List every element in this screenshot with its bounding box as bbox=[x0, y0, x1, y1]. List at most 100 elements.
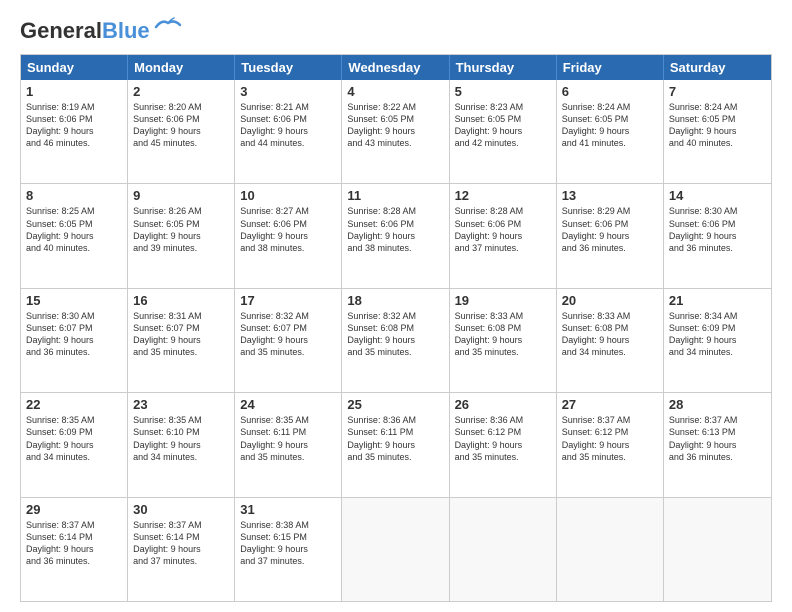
day-number: 3 bbox=[240, 84, 336, 99]
logo: General Blue bbox=[20, 18, 182, 44]
calendar-cell: 3 Sunrise: 8:21 AMSunset: 6:06 PMDaylight… bbox=[235, 80, 342, 183]
calendar-cell: 19Sunrise: 8:33 AMSunset: 6:08 PMDayligh… bbox=[450, 289, 557, 392]
day-info: Sunrise: 8:33 AMSunset: 6:08 PMDaylight:… bbox=[562, 310, 658, 359]
header: General Blue bbox=[20, 18, 772, 44]
day-number: 31 bbox=[240, 502, 336, 517]
day-info: Sunrise: 8:31 AMSunset: 6:07 PMDaylight:… bbox=[133, 310, 229, 359]
day-number: 9 bbox=[133, 188, 229, 203]
day-number: 22 bbox=[26, 397, 122, 412]
day-info: Sunrise: 8:38 AMSunset: 6:15 PMDaylight:… bbox=[240, 519, 336, 568]
weekday-header: Friday bbox=[557, 55, 664, 80]
calendar-cell: 16 Sunrise: 8:31 AMSunset: 6:07 PMDayligh… bbox=[128, 289, 235, 392]
day-number: 15 bbox=[26, 293, 122, 308]
day-info: Sunrise: 8:32 AMSunset: 6:08 PMDaylight:… bbox=[347, 310, 443, 359]
calendar-cell: 26 Sunrise: 8:36 AMSunset: 6:12 PMDayligh… bbox=[450, 393, 557, 496]
day-info: Sunrise: 8:37 AMSunset: 6:13 PMDaylight:… bbox=[669, 414, 766, 463]
day-number: 23 bbox=[133, 397, 229, 412]
day-info: Sunrise: 8:22 AMSunset: 6:05 PMDaylight:… bbox=[347, 101, 443, 150]
day-number: 5 bbox=[455, 84, 551, 99]
day-number: 2 bbox=[133, 84, 229, 99]
day-number: 17 bbox=[240, 293, 336, 308]
calendar-cell bbox=[342, 498, 449, 601]
day-info: Sunrise: 8:29 AMSunset: 6:06 PMDaylight:… bbox=[562, 205, 658, 254]
calendar-cell: 10 Sunrise: 8:27 AMSunset: 6:06 PMDayligh… bbox=[235, 184, 342, 287]
calendar-cell: 20 Sunrise: 8:33 AMSunset: 6:08 PMDayligh… bbox=[557, 289, 664, 392]
day-info: Sunrise: 8:37 AMSunset: 6:12 PMDaylight:… bbox=[562, 414, 658, 463]
calendar-cell: 23 Sunrise: 8:35 AMSunset: 6:10 PMDayligh… bbox=[128, 393, 235, 496]
day-info: Sunrise: 8:36 AMSunset: 6:11 PMDaylight:… bbox=[347, 414, 443, 463]
calendar-header: SundayMondayTuesdayWednesdayThursdayFrid… bbox=[21, 55, 771, 80]
calendar-cell: 15 Sunrise: 8:30 AMSunset: 6:07 PMDayligh… bbox=[21, 289, 128, 392]
calendar-body: 1Sunrise: 8:19 AMSunset: 6:06 PMDaylight… bbox=[21, 80, 771, 601]
day-info: Sunrise: 8:24 AMSunset: 6:05 PMDaylight:… bbox=[562, 101, 658, 150]
day-info: Sunrise: 8:33 AMSunset: 6:08 PMDaylight:… bbox=[455, 310, 551, 359]
day-number: 13 bbox=[562, 188, 658, 203]
day-number: 6 bbox=[562, 84, 658, 99]
calendar-cell: 1Sunrise: 8:19 AMSunset: 6:06 PMDaylight… bbox=[21, 80, 128, 183]
weekday-header: Monday bbox=[128, 55, 235, 80]
calendar-cell: 14 Sunrise: 8:30 AMSunset: 6:06 PMDayligh… bbox=[664, 184, 771, 287]
day-info: Sunrise: 8:23 AMSunset: 6:05 PMDaylight:… bbox=[455, 101, 551, 150]
day-number: 7 bbox=[669, 84, 766, 99]
day-info: Sunrise: 8:20 AMSunset: 6:06 PMDaylight:… bbox=[133, 101, 229, 150]
day-info: Sunrise: 8:28 AMSunset: 6:06 PMDaylight:… bbox=[347, 205, 443, 254]
day-info: Sunrise: 8:35 AMSunset: 6:11 PMDaylight:… bbox=[240, 414, 336, 463]
calendar-row: 29 Sunrise: 8:37 AMSunset: 6:14 PMDayligh… bbox=[21, 497, 771, 601]
calendar-cell bbox=[664, 498, 771, 601]
calendar-cell bbox=[557, 498, 664, 601]
calendar-row: 8Sunrise: 8:25 AMSunset: 6:05 PMDaylight… bbox=[21, 183, 771, 287]
day-number: 8 bbox=[26, 188, 122, 203]
day-info: Sunrise: 8:36 AMSunset: 6:12 PMDaylight:… bbox=[455, 414, 551, 463]
day-number: 26 bbox=[455, 397, 551, 412]
calendar-cell: 4 Sunrise: 8:22 AMSunset: 6:05 PMDaylight… bbox=[342, 80, 449, 183]
calendar-cell: 2 Sunrise: 8:20 AMSunset: 6:06 PMDaylight… bbox=[128, 80, 235, 183]
calendar-cell: 6 Sunrise: 8:24 AMSunset: 6:05 PMDaylight… bbox=[557, 80, 664, 183]
day-info: Sunrise: 8:30 AMSunset: 6:06 PMDaylight:… bbox=[669, 205, 766, 254]
day-number: 12 bbox=[455, 188, 551, 203]
day-info: Sunrise: 8:24 AMSunset: 6:05 PMDaylight:… bbox=[669, 101, 766, 150]
calendar-row: 1Sunrise: 8:19 AMSunset: 6:06 PMDaylight… bbox=[21, 80, 771, 183]
day-info: Sunrise: 8:19 AMSunset: 6:06 PMDaylight:… bbox=[26, 101, 122, 150]
day-number: 25 bbox=[347, 397, 443, 412]
calendar: SundayMondayTuesdayWednesdayThursdayFrid… bbox=[20, 54, 772, 602]
calendar-cell: 17Sunrise: 8:32 AMSunset: 6:07 PMDayligh… bbox=[235, 289, 342, 392]
day-number: 21 bbox=[669, 293, 766, 308]
day-number: 30 bbox=[133, 502, 229, 517]
day-number: 24 bbox=[240, 397, 336, 412]
page: General Blue SundayMondayTuesdayWednesda… bbox=[0, 0, 792, 612]
calendar-cell: 7 Sunrise: 8:24 AMSunset: 6:05 PMDaylight… bbox=[664, 80, 771, 183]
logo-general: General bbox=[20, 18, 102, 44]
calendar-row: 15 Sunrise: 8:30 AMSunset: 6:07 PMDayligh… bbox=[21, 288, 771, 392]
day-info: Sunrise: 8:30 AMSunset: 6:07 PMDaylight:… bbox=[26, 310, 122, 359]
calendar-row: 22 Sunrise: 8:35 AMSunset: 6:09 PMDayligh… bbox=[21, 392, 771, 496]
weekday-header: Tuesday bbox=[235, 55, 342, 80]
day-info: Sunrise: 8:27 AMSunset: 6:06 PMDaylight:… bbox=[240, 205, 336, 254]
day-number: 10 bbox=[240, 188, 336, 203]
day-info: Sunrise: 8:34 AMSunset: 6:09 PMDaylight:… bbox=[669, 310, 766, 359]
day-number: 16 bbox=[133, 293, 229, 308]
calendar-cell: 12Sunrise: 8:28 AMSunset: 6:06 PMDayligh… bbox=[450, 184, 557, 287]
calendar-cell: 28 Sunrise: 8:37 AMSunset: 6:13 PMDayligh… bbox=[664, 393, 771, 496]
calendar-cell: 29 Sunrise: 8:37 AMSunset: 6:14 PMDayligh… bbox=[21, 498, 128, 601]
day-info: Sunrise: 8:21 AMSunset: 6:06 PMDaylight:… bbox=[240, 101, 336, 150]
calendar-cell: 24 Sunrise: 8:35 AMSunset: 6:11 PMDayligh… bbox=[235, 393, 342, 496]
calendar-cell: 11 Sunrise: 8:28 AMSunset: 6:06 PMDayligh… bbox=[342, 184, 449, 287]
calendar-cell: 27 Sunrise: 8:37 AMSunset: 6:12 PMDayligh… bbox=[557, 393, 664, 496]
calendar-cell: 31 Sunrise: 8:38 AMSunset: 6:15 PMDayligh… bbox=[235, 498, 342, 601]
day-number: 14 bbox=[669, 188, 766, 203]
calendar-cell bbox=[450, 498, 557, 601]
calendar-cell: 9Sunrise: 8:26 AMSunset: 6:05 PMDaylight… bbox=[128, 184, 235, 287]
day-number: 27 bbox=[562, 397, 658, 412]
day-info: Sunrise: 8:37 AMSunset: 6:14 PMDaylight:… bbox=[26, 519, 122, 568]
day-number: 20 bbox=[562, 293, 658, 308]
day-number: 4 bbox=[347, 84, 443, 99]
day-number: 29 bbox=[26, 502, 122, 517]
day-number: 28 bbox=[669, 397, 766, 412]
calendar-cell: 30Sunrise: 8:37 AMSunset: 6:14 PMDayligh… bbox=[128, 498, 235, 601]
weekday-header: Saturday bbox=[664, 55, 771, 80]
logo-bird-icon bbox=[154, 17, 182, 35]
day-info: Sunrise: 8:35 AMSunset: 6:09 PMDaylight:… bbox=[26, 414, 122, 463]
day-number: 11 bbox=[347, 188, 443, 203]
day-info: Sunrise: 8:35 AMSunset: 6:10 PMDaylight:… bbox=[133, 414, 229, 463]
weekday-header: Sunday bbox=[21, 55, 128, 80]
